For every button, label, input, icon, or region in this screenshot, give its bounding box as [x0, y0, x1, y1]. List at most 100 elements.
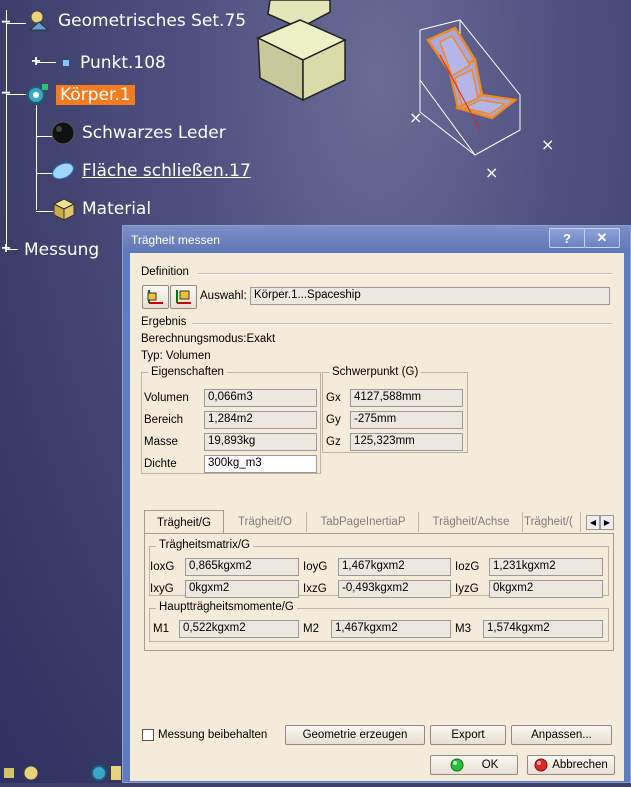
tab-inertia-p[interactable]: TabPageInertiaP [308, 512, 419, 532]
tab-inertia-g[interactable]: Trägheit/G [144, 510, 224, 534]
gz-field[interactable]: 125,323mm [350, 433, 463, 451]
toolbar-icon[interactable] [22, 764, 40, 787]
ixzg-field[interactable]: -0,493kgxm2 [338, 580, 451, 598]
ioxg-label: IoxG [150, 561, 175, 573]
tree-item-material[interactable]: Material [50, 196, 151, 222]
tab-scroll-right-icon[interactable]: ▶ [600, 515, 614, 530]
m3-field[interactable]: 1,574kgxm2 [483, 620, 603, 638]
gy-field[interactable]: -275mm [350, 411, 463, 429]
keep-measure-checkbox[interactable] [142, 729, 154, 741]
iozg-field[interactable]: 1,231kgxm2 [489, 558, 603, 576]
tree-item-label: Material [82, 199, 152, 219]
point-icon [58, 50, 74, 76]
bottom-toolbar [0, 762, 122, 783]
tab-inertia-axis[interactable]: Trägheit/Achse [420, 512, 523, 532]
m1-field[interactable]: 0,522kgxm2 [179, 620, 299, 638]
collapse-icon[interactable]: − [0, 15, 12, 31]
axis-marker-icon: × [409, 108, 422, 127]
geometrical-set-icon [26, 8, 52, 34]
m1-label: M1 [153, 623, 169, 635]
gz-label: Gz [326, 436, 341, 448]
cancel-red-icon [534, 758, 548, 772]
ixyg-field[interactable]: 0kgxm2 [185, 580, 299, 598]
principal-moments-heading: Hauptträgheitsmomente/G [156, 601, 297, 613]
close-button[interactable]: ✕ [584, 228, 620, 248]
tree-item-label: Geometrisches Set.75 [58, 11, 247, 31]
selection-mode-alt-button[interactable] [170, 285, 197, 309]
ioyg-field[interactable]: 1,467kgxm2 [338, 558, 451, 576]
measure-inertia-dialog: Trägheit messen ? ✕ Definition Auswahl: … [122, 225, 631, 783]
tree-item-close-surface[interactable]: Fläche schließen.17 [50, 158, 251, 184]
volume-label: Volumen [144, 392, 189, 404]
tree-item-label: Punkt.108 [80, 53, 166, 73]
tree-item-body[interactable]: Körper.1 [24, 82, 135, 108]
ok-label: OK [481, 759, 499, 771]
cancel-button[interactable]: Abbrechen [527, 755, 615, 775]
gy-label: Gy [326, 414, 341, 426]
ok-green-icon [450, 758, 464, 772]
keep-measure-label: Messung beibehalten [158, 729, 268, 741]
tab-scroll-left-icon[interactable]: ◀ [586, 515, 600, 530]
tree-item-measure[interactable]: Messung [24, 240, 99, 260]
ok-button[interactable]: OK [430, 755, 518, 775]
tree-item-geometrical-set[interactable]: Geometrisches Set.75 [26, 8, 246, 34]
iyzg-field[interactable]: 0kgxm2 [489, 580, 603, 598]
ioyg-label: IoyG [303, 561, 328, 573]
material-cube-icon [50, 196, 76, 222]
m2-field[interactable]: 1,467kgxm2 [331, 620, 451, 638]
toolbar-icon[interactable] [110, 764, 122, 787]
inertia-tabs: Trägheit/G Trägheit/O TabPageInertiaP Tr… [144, 510, 614, 534]
tree-item-point[interactable]: Punkt.108 [58, 50, 166, 76]
tree-item-label: Fläche schließen.17 [82, 161, 251, 181]
cancel-label: Abbrechen [552, 759, 608, 771]
iozg-label: IozG [455, 561, 480, 573]
collapse-icon[interactable]: − [0, 86, 12, 102]
close-surface-icon [50, 158, 76, 184]
m3-label: M3 [455, 623, 471, 635]
toolbar-icon[interactable] [2, 766, 16, 785]
help-button[interactable]: ? [549, 228, 585, 248]
expand-icon[interactable]: + [30, 54, 42, 70]
ioxg-field[interactable]: 0,865kgxm2 [185, 558, 299, 576]
selection-label: Auswahl: [200, 290, 247, 302]
axis-marker-icon: × [485, 163, 498, 182]
type-text: Typ: Volumen [141, 350, 211, 362]
selection-axis-icon [147, 290, 163, 304]
iyzg-label: IyzG [455, 583, 479, 595]
center-of-gravity-heading: Schwerpunkt (G) [329, 366, 422, 378]
export-button[interactable]: Export [430, 725, 506, 745]
volume-field[interactable]: 0,066m3 [204, 389, 317, 407]
expand-icon[interactable]: + [0, 241, 12, 257]
area-field[interactable]: 1,284m2 [204, 411, 317, 429]
selection-axis-alt-icon [175, 290, 191, 304]
area-label: Bereich [144, 414, 183, 426]
ixzg-label: IxzG [303, 583, 327, 595]
inertia-matrix-heading: Trägheitsmatrix/G [156, 539, 253, 551]
tree-item-label: Körper.1 [56, 85, 135, 105]
m2-label: M2 [303, 623, 319, 635]
definition-heading: Definition [141, 266, 189, 278]
result-heading: Ergebnis [141, 316, 187, 328]
selection-mode-button[interactable] [142, 285, 169, 309]
tab-inertia-more[interactable]: Trägheit/( [524, 512, 581, 532]
selection-field[interactable]: Körper.1...Spaceship [250, 287, 610, 305]
create-geometry-button[interactable]: Geometrie erzeugen [285, 725, 425, 745]
tab-panel-inertia-g: Trägheitsmatrix/G IoxG 0,865kgxm2 IoyG 1… [144, 533, 614, 651]
dialog-titlebar[interactable]: Trägheit messen ? ✕ [123, 226, 630, 252]
tree-item-material-applied[interactable]: Schwarzes Leder [50, 120, 226, 146]
tab-inertia-o[interactable]: Trägheit/O [224, 512, 307, 532]
mass-label: Masse [144, 436, 178, 448]
toolbar-icon[interactable] [90, 764, 108, 787]
density-field[interactable]: 300kg_m3 [204, 455, 317, 473]
dialog-client-area: Definition Auswahl: Körper.1...Spaceship… [130, 253, 624, 781]
properties-heading: Eigenschaften [148, 366, 227, 378]
mass-field[interactable]: 19,893kg [204, 433, 317, 451]
gx-field[interactable]: 4127,588mm [350, 389, 463, 407]
calculation-mode-text: Berechnungsmodus:Exakt [141, 333, 276, 345]
gx-label: Gx [326, 392, 341, 404]
axis-marker-icon: × [541, 135, 554, 154]
customize-button[interactable]: Anpassen... [511, 725, 612, 745]
density-label: Dichte [144, 458, 177, 470]
tree-item-label: Messung [24, 240, 100, 260]
ixyg-label: IxyG [150, 583, 174, 595]
